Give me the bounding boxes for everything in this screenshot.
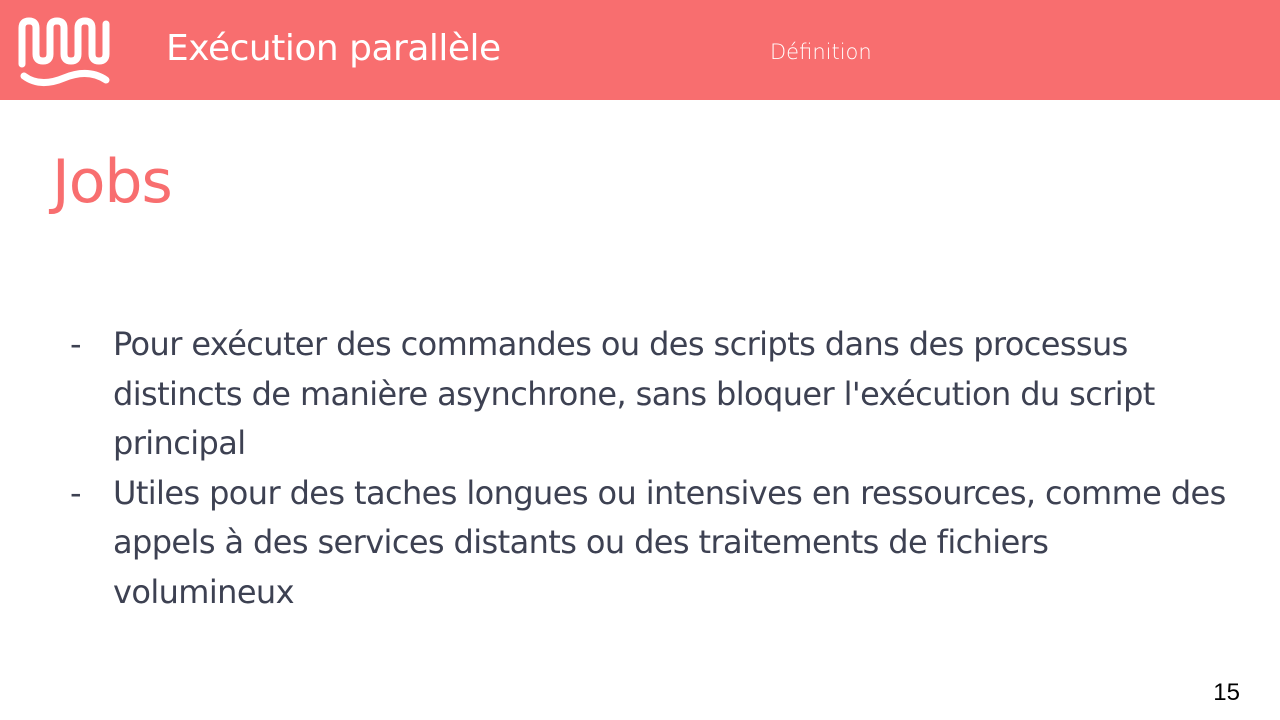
bullet-list: - Pour exécuter des commandes ou des scr…	[70, 320, 1230, 617]
bullet-text: Pour exécuter des commandes ou des scrip…	[113, 325, 1155, 462]
bullet-item: - Utiles pour des taches longues ou inte…	[70, 469, 1230, 618]
header-section-label: Définition	[770, 40, 872, 64]
slide-header: Exécution parallèle Définition	[0, 0, 1280, 100]
bullet-text: Utiles pour des taches longues ou intens…	[113, 473, 1226, 611]
bullet-marker: -	[70, 325, 82, 363]
bullet-item: - Pour exécuter des commandes ou des scr…	[70, 320, 1230, 469]
wave-logo-icon	[18, 17, 110, 86]
bullet-marker: -	[70, 473, 82, 512]
page-number: 15	[1213, 679, 1240, 706]
header-title: Exécution parallèle	[166, 28, 501, 69]
slide-title: Jobs	[52, 147, 173, 217]
